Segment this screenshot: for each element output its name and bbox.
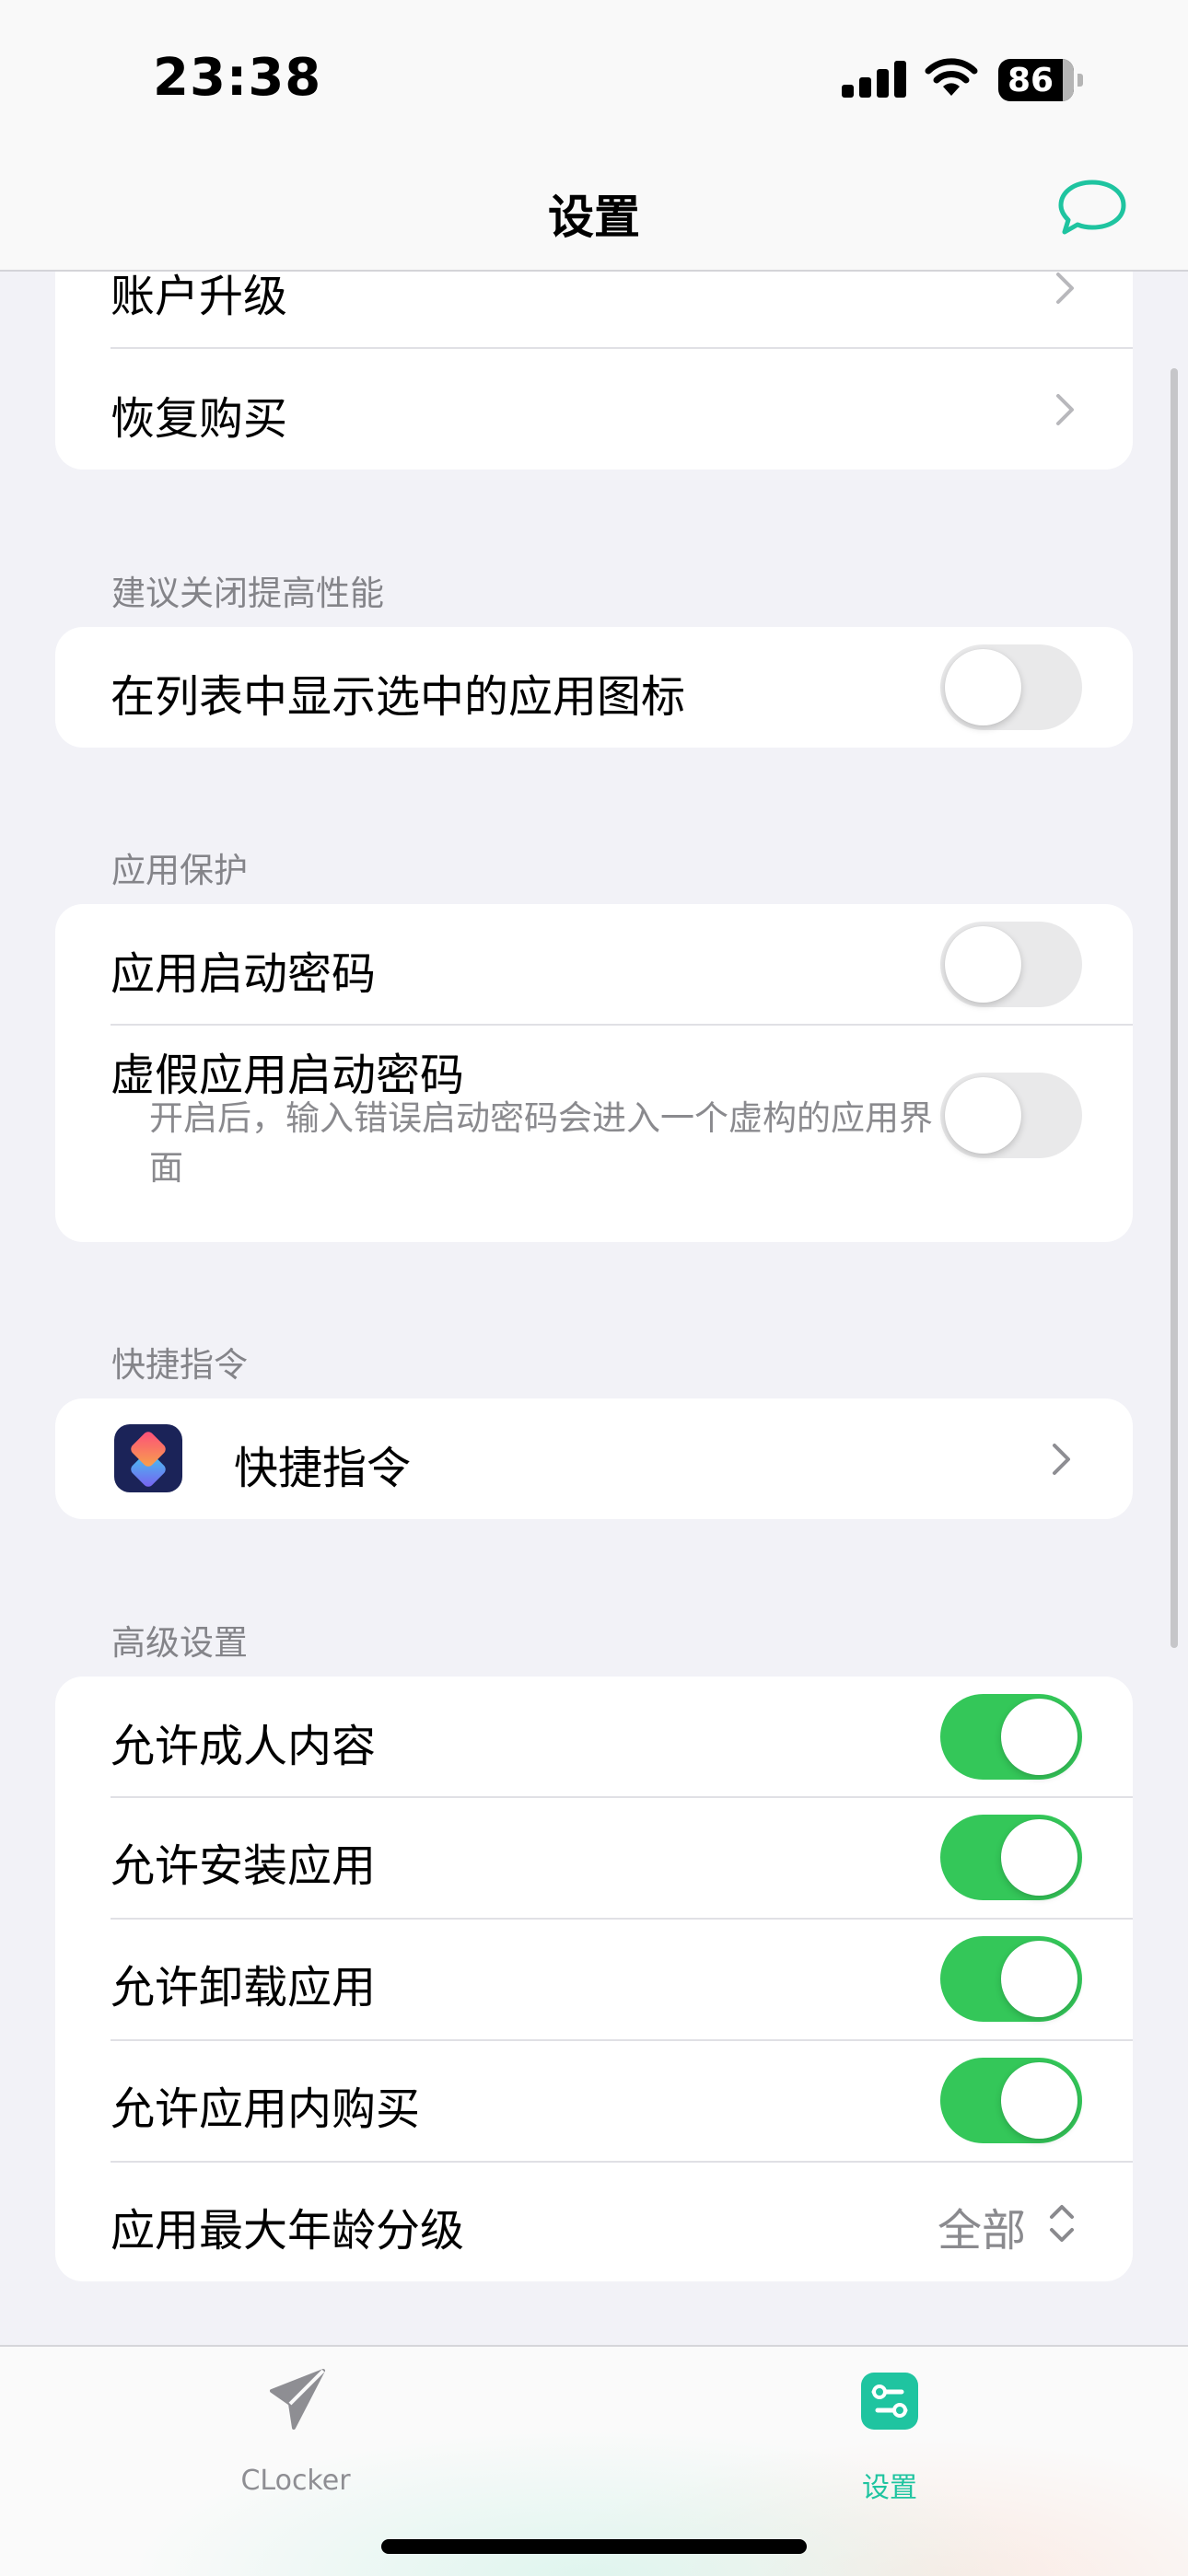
tab-label: CLocker	[240, 2465, 351, 2497]
launch-passcode-row: 应用启动密码	[55, 904, 1133, 1024]
allow-uninstall-apps-row: 允许卸载应用	[55, 1920, 1133, 2039]
section-header-protection: 应用保护	[111, 851, 248, 890]
home-indicator[interactable]	[381, 2539, 807, 2554]
section-header-advanced: 高级设置	[111, 1623, 248, 1663]
show-selected-app-icon-toggle[interactable]	[940, 644, 1082, 730]
battery-level: 86	[1007, 62, 1054, 99]
shortcuts-label: 快捷指令	[234, 1443, 412, 1494]
advanced-group: 允许成人内容 允许安装应用 允许卸载应用 允许应用内购买 应用最大年龄分级 全部	[55, 1677, 1133, 2281]
allow-in-app-purchase-row: 允许应用内购买	[55, 2041, 1133, 2161]
max-age-rating-label: 应用最大年龄分级	[111, 2205, 465, 2257]
fake-launch-passcode-row: 虚假应用启动密码 开启后，输入错误启动密码会进入一个虚构的应用界面	[55, 1026, 1133, 1242]
allow-install-apps-row: 允许安装应用	[55, 1798, 1133, 1918]
max-age-rating-value: 全部	[938, 2205, 1027, 2257]
battery-icon: 86	[998, 59, 1083, 101]
section-header-shortcuts: 快捷指令	[111, 1345, 248, 1385]
allow-install-apps-label: 允许安装应用	[111, 1840, 377, 1892]
allow-install-apps-toggle[interactable]	[940, 1815, 1082, 1900]
allow-adult-content-row: 允许成人内容	[55, 1677, 1133, 1796]
chevron-right-icon	[1056, 394, 1074, 425]
allow-uninstall-apps-label: 允许卸载应用	[111, 1962, 377, 2013]
page-title: 设置	[548, 191, 640, 244]
allow-adult-content-toggle[interactable]	[940, 1694, 1082, 1780]
launch-passcode-label: 应用启动密码	[111, 948, 377, 1000]
chat-bubble-icon[interactable]	[1055, 175, 1129, 241]
fake-launch-passcode-toggle[interactable]	[940, 1073, 1082, 1158]
restore-purchase-row[interactable]: 恢复购买	[55, 349, 1133, 470]
tab-settings[interactable]: 设置	[751, 2347, 1028, 2512]
protection-group: 应用启动密码 虚假应用启动密码 开启后，输入错误启动密码会进入一个虚构的应用界面	[55, 904, 1133, 1242]
allow-in-app-purchase-label: 允许应用内购买	[111, 2083, 421, 2135]
fake-launch-passcode-description: 开启后，输入错误启动密码会进入一个虚构的应用界面	[149, 1098, 933, 1188]
launch-passcode-toggle[interactable]	[940, 922, 1082, 1007]
max-age-rating-row[interactable]: 应用最大年龄分级 全部	[55, 2163, 1133, 2281]
status-time: 23:38	[153, 48, 322, 108]
navigation-bar: 23:38 86 设置	[0, 0, 1188, 272]
chevron-right-icon	[1056, 273, 1074, 304]
shortcuts-app-icon	[114, 1424, 182, 1492]
chevron-right-icon	[1053, 1444, 1070, 1475]
chevron-up-down-icon	[1050, 2205, 1074, 2242]
shortcuts-row[interactable]: 快捷指令	[55, 1398, 1133, 1519]
section-header-performance: 建议关闭提高性能	[111, 574, 384, 613]
tab-clocker[interactable]: CLocker	[157, 2347, 434, 2512]
allow-in-app-purchase-toggle[interactable]	[940, 2058, 1082, 2143]
show-selected-app-icon-label: 在列表中显示选中的应用图标	[111, 671, 686, 723]
cellular-signal-icon	[842, 61, 906, 98]
allow-adult-content-label: 允许成人内容	[111, 1721, 377, 1772]
performance-group: 在列表中显示选中的应用图标	[55, 627, 1133, 748]
shortcuts-group: 快捷指令	[55, 1398, 1133, 1519]
paper-plane-icon	[270, 2369, 325, 2430]
wifi-icon	[925, 58, 978, 96]
restore-purchase-label: 恢复购买	[111, 393, 288, 445]
scrollbar[interactable]	[1171, 368, 1178, 1648]
allow-uninstall-apps-toggle[interactable]	[940, 1936, 1082, 2022]
show-selected-app-icon-row: 在列表中显示选中的应用图标	[55, 627, 1133, 748]
settings-sliders-icon	[861, 2373, 918, 2430]
tab-label: 设置	[862, 2472, 917, 2504]
